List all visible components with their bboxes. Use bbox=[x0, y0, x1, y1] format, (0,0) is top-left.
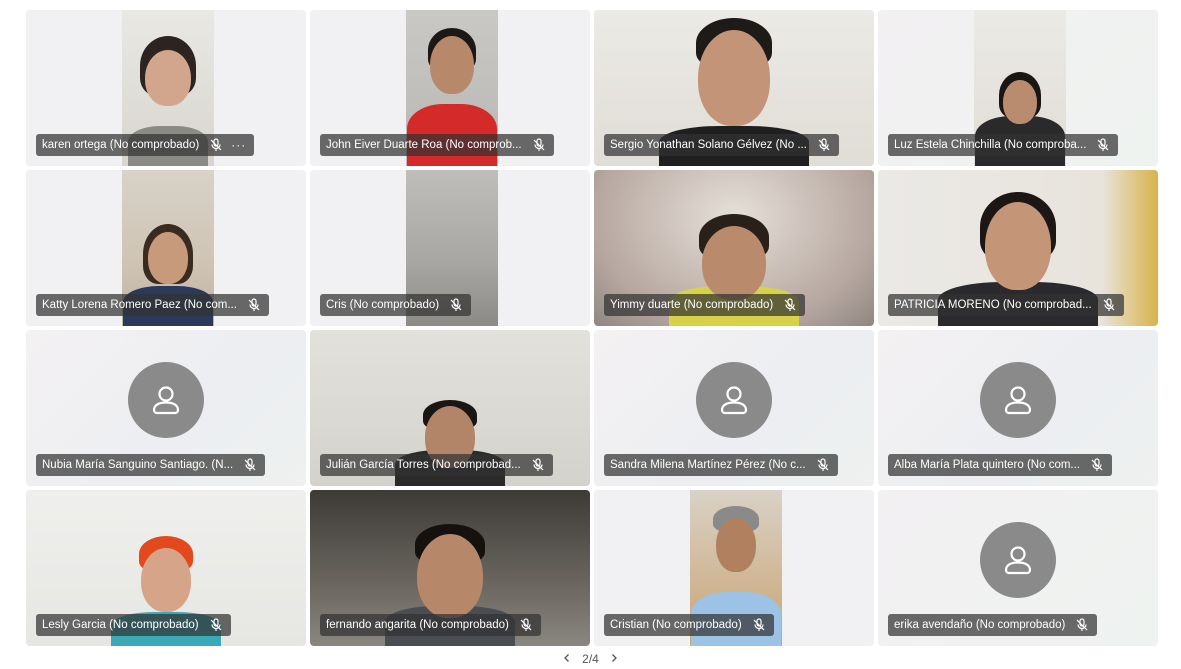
participant-name: Cristian (No comprobado) bbox=[610, 619, 742, 631]
participant-name-label: Julián García Torres (No comprobad... bbox=[320, 454, 553, 476]
participant-name: Katty Lorena Romero Paez (No com... bbox=[42, 299, 237, 311]
person-icon bbox=[1004, 386, 1032, 415]
participant-name: Sergio Yonathan Solano Gélvez (No ... bbox=[610, 139, 807, 151]
participant-name: Cris (No comprobado) bbox=[326, 299, 440, 311]
mic-off-icon bbox=[532, 458, 544, 471]
mic-off-icon bbox=[533, 138, 545, 151]
participant-name-label: Luz Estela Chinchilla (No comproba... bbox=[888, 134, 1119, 156]
participant-name: Lesly Garcia (No comprobado) bbox=[42, 619, 199, 631]
participant-name-label: Sergio Yonathan Solano Gélvez (No ... bbox=[604, 134, 839, 156]
mic-off-icon bbox=[450, 298, 462, 311]
participant-tile[interactable]: PATRICIA MORENO (No comprobad... bbox=[878, 170, 1158, 326]
participant-name: John Eiver Duarte Roa (No comprob... bbox=[326, 139, 522, 151]
participant-name-label: Alba María Plata quintero (No com... bbox=[888, 454, 1112, 476]
mic-off-icon bbox=[817, 458, 829, 471]
gallery-pager: 2/4 bbox=[0, 652, 1181, 666]
more-options-icon[interactable]: ··· bbox=[231, 138, 246, 152]
participant-tile[interactable]: Lesly Garcia (No comprobado) bbox=[26, 490, 306, 646]
mic-off-icon bbox=[1091, 458, 1103, 471]
person-icon bbox=[720, 386, 748, 415]
mic-off-icon bbox=[210, 138, 222, 151]
participant-name: Nubia María Sanguino Santiago. (N... bbox=[42, 459, 234, 471]
mic-off-icon bbox=[753, 618, 765, 631]
participant-name-label: fernando angarita (No comprobado) bbox=[320, 614, 541, 636]
participant-tile[interactable]: karen ortega (No comprobado) ··· bbox=[26, 10, 306, 166]
mic-off-icon bbox=[248, 298, 260, 311]
participant-name-label: Cris (No comprobado) bbox=[320, 294, 472, 316]
participant-tile[interactable]: Yimmy duarte (No comprobado) bbox=[594, 170, 874, 326]
participant-name-label: Cristian (No comprobado) bbox=[604, 614, 774, 636]
participant-tile[interactable]: Luz Estela Chinchilla (No comproba... bbox=[878, 10, 1158, 166]
participant-name: Alba María Plata quintero (No com... bbox=[894, 459, 1080, 471]
participant-tile[interactable]: erika avendaño (No comprobado) bbox=[878, 490, 1158, 646]
participant-tile[interactable]: Julián García Torres (No comprobad... bbox=[310, 330, 590, 486]
chevron-left-icon[interactable] bbox=[562, 652, 572, 666]
mic-off-icon bbox=[244, 458, 256, 471]
mic-off-icon bbox=[520, 618, 532, 631]
participant-name: Sandra Milena Martínez Pérez (No c... bbox=[610, 459, 806, 471]
person-icon bbox=[152, 386, 180, 415]
participant-name-label: Nubia María Sanguino Santiago. (N... bbox=[36, 454, 266, 476]
avatar bbox=[696, 362, 772, 438]
participant-tile[interactable]: fernando angarita (No comprobado) bbox=[310, 490, 590, 646]
participant-name: PATRICIA MORENO (No comprobad... bbox=[894, 299, 1092, 311]
avatar bbox=[980, 362, 1056, 438]
participant-tile[interactable]: Nubia María Sanguino Santiago. (N... bbox=[26, 330, 306, 486]
participant-name-label: Katty Lorena Romero Paez (No com... bbox=[36, 294, 269, 316]
mic-off-icon bbox=[1103, 298, 1115, 311]
mic-off-icon bbox=[1097, 138, 1109, 151]
participant-name: karen ortega (No comprobado) bbox=[42, 139, 200, 151]
avatar bbox=[128, 362, 204, 438]
participant-tile[interactable]: Cris (No comprobado) bbox=[310, 170, 590, 326]
mic-off-icon bbox=[1076, 618, 1088, 631]
participant-name-label: Sandra Milena Martínez Pérez (No c... bbox=[604, 454, 838, 476]
mic-off-icon bbox=[210, 618, 222, 631]
participant-name-label: erika avendaño (No comprobado) bbox=[888, 614, 1098, 636]
participant-tile[interactable]: Alba María Plata quintero (No com... bbox=[878, 330, 1158, 486]
participant-name: Yimmy duarte (No comprobado) bbox=[610, 299, 774, 311]
participant-name: Luz Estela Chinchilla (No comproba... bbox=[894, 139, 1087, 151]
avatar bbox=[980, 522, 1056, 598]
participant-name: Julián García Torres (No comprobad... bbox=[326, 459, 521, 471]
participant-tile[interactable]: Katty Lorena Romero Paez (No com... bbox=[26, 170, 306, 326]
page-indicator: 2/4 bbox=[582, 652, 599, 666]
participant-name-label: Yimmy duarte (No comprobado) bbox=[604, 294, 806, 316]
participant-name: fernando angarita (No comprobado) bbox=[326, 619, 509, 631]
chevron-right-icon[interactable] bbox=[609, 652, 619, 666]
person-icon bbox=[1004, 546, 1032, 575]
mic-off-icon bbox=[784, 298, 796, 311]
video-grid: karen ortega (No comprobado) ··· John Ei… bbox=[26, 10, 1158, 646]
participant-name-label: Lesly Garcia (No comprobado) bbox=[36, 614, 231, 636]
participant-tile[interactable]: Sergio Yonathan Solano Gélvez (No ... bbox=[594, 10, 874, 166]
participant-tile[interactable]: John Eiver Duarte Roa (No comprob... bbox=[310, 10, 590, 166]
participant-name-label: PATRICIA MORENO (No comprobad... bbox=[888, 294, 1124, 316]
participant-tile[interactable]: Cristian (No comprobado) bbox=[594, 490, 874, 646]
participant-name-label: karen ortega (No comprobado) ··· bbox=[36, 134, 255, 156]
mic-off-icon bbox=[818, 138, 830, 151]
participant-name-label: John Eiver Duarte Roa (No comprob... bbox=[320, 134, 554, 156]
participant-name: erika avendaño (No comprobado) bbox=[894, 619, 1066, 631]
participant-tile[interactable]: Sandra Milena Martínez Pérez (No c... bbox=[594, 330, 874, 486]
